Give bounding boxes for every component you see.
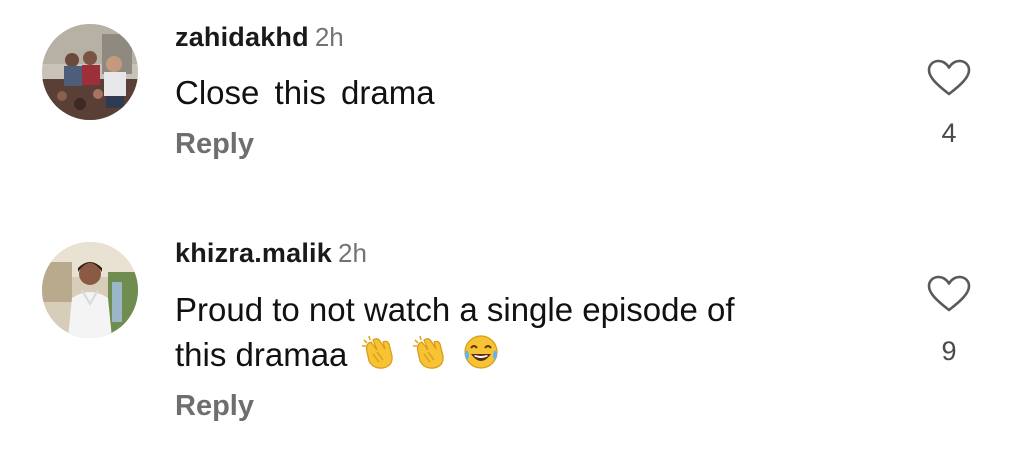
username-link[interactable]: khizra.malik — [175, 238, 332, 268]
comment-item: khizra.malik 2h Proud to not watch a sing… — [0, 222, 1024, 453]
comment-text-line: this dramaa — [175, 332, 895, 377]
comment-header: khizra.malik 2h — [175, 238, 367, 269]
clapping-hands-icon — [359, 332, 399, 372]
group-photo-avatar — [42, 24, 138, 120]
comment-time: 2h — [314, 22, 344, 52]
like-button[interactable] — [926, 275, 972, 313]
comment-header: zahidakhd 2h — [175, 22, 344, 53]
user-avatar[interactable] — [42, 242, 138, 338]
reply-button[interactable]: Reply — [175, 128, 254, 161]
reply-button[interactable]: Reply — [175, 390, 254, 423]
like-button[interactable] — [926, 59, 972, 97]
comment-time: 2h — [337, 238, 367, 268]
like-count: 4 — [941, 118, 957, 148]
heart-outline-icon — [927, 275, 971, 312]
comment-text: Proud to not watch a single episode of t… — [175, 288, 895, 377]
face-with-tears-of-joy-icon — [461, 332, 501, 372]
comment-item: zahidakhd 2h Close this drama Reply 4 — [0, 0, 1024, 200]
comment-text-line: Proud to not watch a single episode of — [175, 291, 735, 328]
person-photo-avatar — [42, 242, 138, 338]
comment-text: Close this drama — [175, 74, 435, 111]
like-count: 9 — [941, 336, 957, 366]
username-link[interactable]: zahidakhd — [175, 22, 309, 52]
clapping-hands-icon — [410, 332, 450, 372]
comment-text-fragment: this dramaa — [175, 336, 348, 373]
user-avatar[interactable] — [42, 24, 138, 120]
heart-outline-icon — [927, 59, 971, 96]
